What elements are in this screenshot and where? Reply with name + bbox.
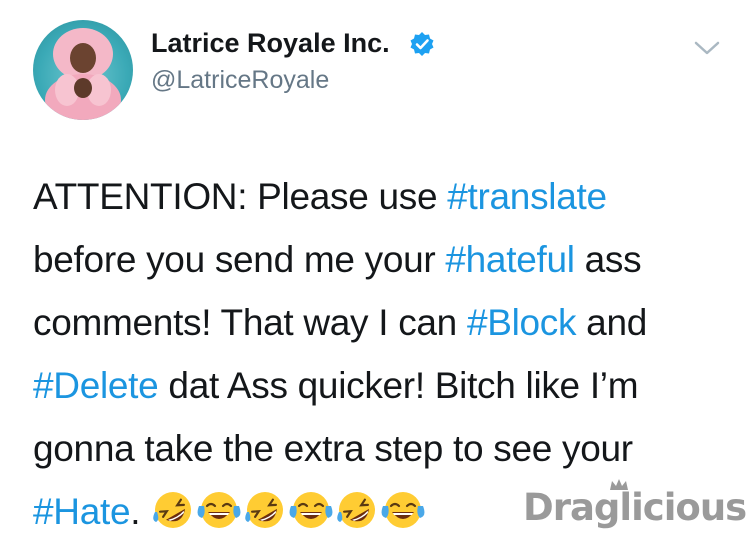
watermark-logo: Draglicious	[523, 486, 747, 529]
tweet-line: ATTENTION: Please use #translate	[33, 165, 733, 228]
tweet-text-segment: dat Ass quicker! Bitch like I’m	[158, 365, 639, 406]
hashtag-link[interactable]: #Block	[467, 302, 577, 343]
tears-of-joy-emoji-icon	[381, 492, 425, 528]
rolling-on-floor-laughing-emoji-icon	[245, 492, 284, 528]
emoji-row	[150, 486, 426, 549]
hashtag-link[interactable]: #Delete	[33, 365, 159, 406]
tweet-line: before you send me your #hateful ass	[33, 228, 733, 291]
tweet-header: Latrice Royale Inc. @LatriceRoyale	[0, 0, 750, 130]
tweet-text-segment: .	[130, 491, 141, 532]
tweet-text-segment: gonna take the extra step to see your	[33, 428, 633, 469]
verified-badge-icon	[410, 32, 434, 56]
crown-icon	[610, 479, 628, 490]
rolling-on-floor-laughing-emoji-icon	[337, 492, 376, 528]
tweet-line: gonna take the extra step to see your	[33, 417, 733, 480]
hashtag-link[interactable]: #hateful	[445, 239, 575, 280]
tweet-text-segment: and	[576, 302, 648, 343]
chevron-down-icon[interactable]	[693, 38, 721, 58]
avatar[interactable]	[33, 20, 133, 120]
tweet-text-segment: ass	[574, 239, 642, 280]
display-name[interactable]: Latrice Royale Inc.	[151, 28, 390, 59]
tweet-line: comments! That way I can #Block and	[33, 291, 733, 354]
user-handle[interactable]: @LatriceRoyale	[151, 66, 329, 95]
tweet-line: #Delete dat Ass quicker! Bitch like I’m	[33, 354, 733, 417]
tears-of-joy-emoji-icon	[289, 492, 333, 528]
hashtag-link[interactable]: #Hate	[33, 491, 131, 532]
tweet-text-segment: ATTENTION: Please use	[33, 176, 448, 217]
tears-of-joy-emoji-icon	[197, 492, 241, 528]
draglicious-watermark: Draglicious	[523, 479, 747, 536]
tweet-text-segment: comments! That way I can	[33, 302, 467, 343]
avatar-image	[45, 28, 121, 120]
hashtag-link[interactable]: #translate	[447, 176, 607, 217]
rolling-on-floor-laughing-emoji-icon	[153, 492, 192, 528]
tweet-text-segment: before you send me your	[33, 239, 446, 280]
